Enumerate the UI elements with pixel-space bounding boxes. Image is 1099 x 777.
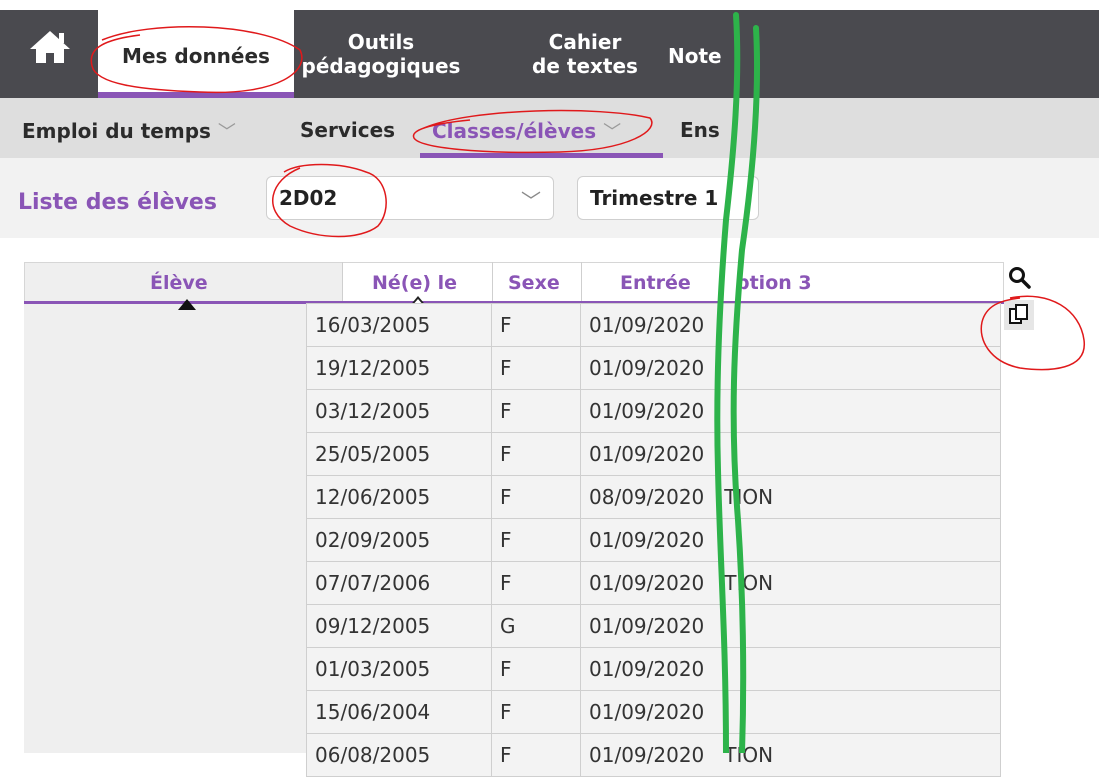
table-row[interactable]: 02/09/2005 F 01/09/2020 (306, 518, 1001, 562)
sex-cell: F (491, 518, 581, 562)
table-row[interactable]: 15/06/2004 F 01/09/2020 (306, 690, 1001, 734)
birth-date-cell: 03/12/2005 (306, 389, 492, 433)
option-value: TION (724, 743, 774, 767)
sex-cell: F (491, 389, 581, 433)
birth-date-cell: 06/08/2005 (306, 733, 492, 777)
entry-date-value: 01/09/2020 (589, 743, 705, 767)
birth-date-cell: 07/07/2006 (306, 561, 492, 605)
column-separator (581, 262, 582, 302)
subnav-label: Classes/élèves (432, 119, 597, 143)
subnav-label: Ens (680, 118, 720, 142)
entry-date-value: 01/09/2020 (589, 657, 705, 681)
table-row[interactable]: 06/08/2005 F 01/09/2020 TION (306, 733, 1001, 777)
birth-date-cell: 12/06/2005 (306, 475, 492, 519)
entry-date-value: 01/09/2020 (589, 313, 705, 337)
entry-date-value: 01/09/2020 (589, 442, 705, 466)
birth-date-cell: 09/12/2005 (306, 604, 492, 648)
column-header-label: Entrée (620, 272, 691, 294)
tab-label-line2: de textes (532, 54, 638, 78)
entry-date-value: 01/09/2020 (589, 700, 705, 724)
table-row[interactable]: 03/12/2005 F 01/09/2020 (306, 389, 1001, 433)
chevron-down-icon: ﹀ (521, 189, 541, 213)
tab-label: Mes données (122, 44, 270, 68)
birth-date-cell: 01/03/2005 (306, 647, 492, 691)
sex-cell: F (491, 432, 581, 476)
entry-date-cell: 01/09/2020 (580, 690, 1001, 734)
entry-date-value: 08/09/2020 (589, 485, 705, 509)
tab-notes[interactable]: Note (668, 44, 738, 68)
entry-date-cell: 01/09/2020 (580, 604, 1001, 648)
chevron-down-icon: ﹀ (603, 122, 622, 143)
subnav-emploi-du-temps[interactable]: Emploi du temps ﹀ (22, 118, 236, 144)
tab-label-line1: Outils (347, 30, 415, 54)
class-select-value: 2D02 (279, 186, 338, 210)
table-row[interactable]: 12/06/2005 F 08/09/2020 TION (306, 475, 1001, 519)
sex-cell: F (491, 475, 581, 519)
table-row[interactable]: 16/03/2005 F 01/09/2020 (306, 303, 1001, 347)
period-select-value: Trimestre 1 (590, 186, 719, 210)
entry-date-cell: 08/09/2020 TION (580, 475, 1001, 519)
entry-date-cell: 01/09/2020 (580, 389, 1001, 433)
birth-date-cell: 15/06/2004 (306, 690, 492, 734)
subnav-enseignements[interactable]: Ens (680, 118, 720, 142)
student-name-column (24, 262, 342, 753)
tab-outils-pedagogiques[interactable]: Outils pédagogiques (296, 30, 466, 78)
subnav-label: Services (300, 118, 396, 142)
subnav-classes-eleves[interactable]: Classes/élèves ﹀ (432, 118, 621, 144)
table-row[interactable]: 09/12/2005 G 01/09/2020 (306, 604, 1001, 648)
sex-cell: G (491, 604, 581, 648)
option-value: TION (724, 571, 774, 595)
column-header-label: Sexe (508, 272, 560, 294)
entry-date-cell: 01/09/2020 (580, 647, 1001, 691)
table-row[interactable]: 01/03/2005 F 01/09/2020 (306, 647, 1001, 691)
birth-date-cell: 25/05/2005 (306, 432, 492, 476)
table-row[interactable]: 19/12/2005 F 01/09/2020 (306, 346, 1001, 390)
sex-cell: F (491, 733, 581, 777)
entry-date-value: 01/09/2020 (589, 571, 705, 595)
entry-date-cell: 01/09/2020 (580, 432, 1001, 476)
entry-date-cell: 01/09/2020 TION (580, 561, 1001, 605)
tab-cahier-de-textes[interactable]: Cahier de textes (520, 30, 650, 78)
chevron-down-icon: ﹀ (217, 122, 236, 143)
tab-mes-donnees[interactable]: Mes données (98, 10, 294, 92)
entry-date-value: 01/09/2020 (589, 528, 705, 552)
list-title: Liste des élèves (18, 190, 217, 215)
home-icon[interactable] (26, 27, 74, 67)
birth-date-cell: 02/09/2005 (306, 518, 492, 562)
entry-date-value: 01/09/2020 (589, 399, 705, 423)
period-select[interactable]: Trimestre 1 (577, 176, 759, 220)
class-select[interactable]: 2D02 ﹀ (266, 176, 554, 220)
tab-label-line2: pédagogiques (301, 54, 461, 78)
sex-cell: F (491, 690, 581, 734)
sort-ascending-icon[interactable] (178, 299, 196, 310)
sex-cell: F (491, 561, 581, 605)
entry-date-cell: 01/09/2020 (580, 518, 1001, 562)
subnav-label: Emploi du temps (22, 119, 211, 143)
option-value: TION (724, 485, 774, 509)
birth-date-cell: 16/03/2005 (306, 303, 492, 347)
search-icon[interactable] (1008, 266, 1032, 294)
sex-cell: F (491, 303, 581, 347)
column-header-label: Né(e) le (372, 272, 458, 294)
table-row[interactable]: 07/07/2006 F 01/09/2020 TION (306, 561, 1001, 605)
entry-date-value: 01/09/2020 (589, 356, 705, 380)
sex-cell: F (491, 647, 581, 691)
column-separator (342, 262, 343, 302)
tab-label-line1: Cahier (548, 30, 622, 54)
entry-date-cell: 01/09/2020 (580, 303, 1001, 347)
entry-date-value: 01/09/2020 (589, 614, 705, 638)
birth-date-cell: 19/12/2005 (306, 346, 492, 390)
column-separator (492, 262, 493, 302)
column-header-label: Élève (150, 272, 208, 294)
entry-date-cell: 01/09/2020 (580, 346, 1001, 390)
column-header-label: ption 3 (736, 272, 812, 294)
sex-cell: F (491, 346, 581, 390)
entry-date-cell: 01/09/2020 TION (580, 733, 1001, 777)
table-row[interactable]: 25/05/2005 F 01/09/2020 (306, 432, 1001, 476)
student-table: 16/03/2005 F 01/09/2020 19/12/2005 F 01/09/20… (306, 303, 1001, 777)
copy-icon[interactable] (1004, 300, 1034, 330)
tab-label: Note (668, 44, 722, 68)
subnav-services[interactable]: Services (300, 118, 395, 142)
